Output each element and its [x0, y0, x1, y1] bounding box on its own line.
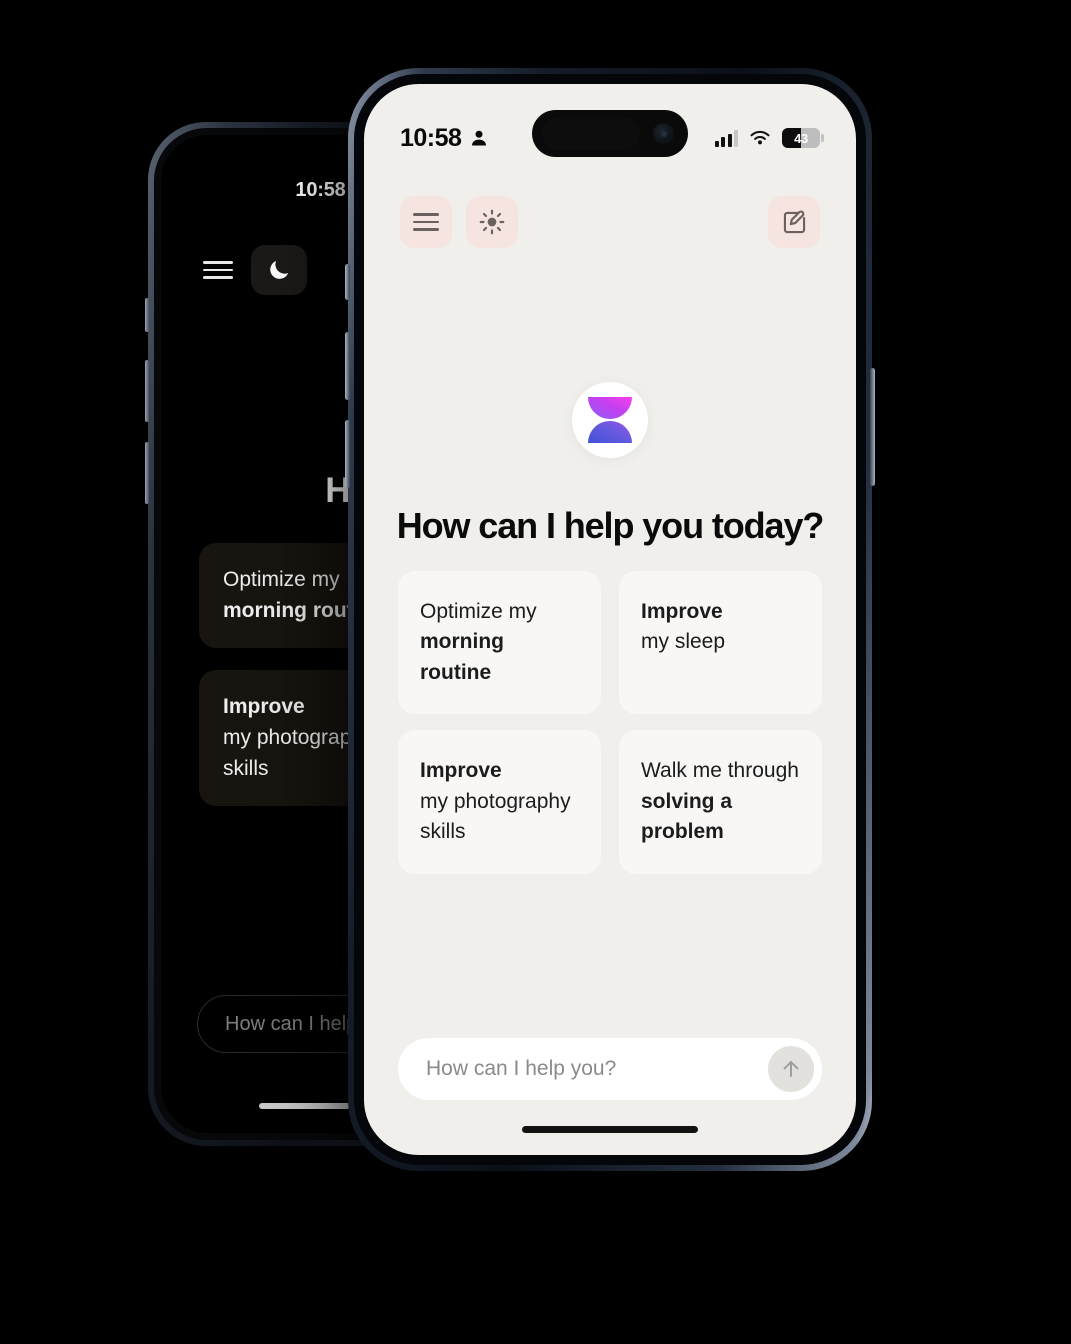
battery-percent: 43	[794, 130, 808, 146]
home-indicator	[522, 1126, 698, 1133]
battery-icon: 43	[782, 128, 820, 148]
volume-down-button[interactable]	[345, 420, 350, 488]
status-time-group: 10:58	[400, 124, 489, 153]
screen-light: 10:58 43 How can I help you today? Optim…	[364, 84, 856, 1155]
status-time-dark: 10:58	[295, 179, 346, 201]
volume-up-button[interactable]	[145, 360, 149, 422]
card-line-3: skills	[420, 820, 466, 844]
status-time: 10:58	[400, 123, 462, 152]
mute-switch[interactable]	[345, 264, 350, 300]
card-line-1: Walk me through	[641, 759, 799, 783]
page-title: How can I help you today?	[396, 505, 825, 546]
app-logo	[572, 382, 648, 458]
suggestion-card-optimize-morning-routine[interactable]: Optimize my morning routine	[398, 571, 601, 715]
menu-button[interactable]	[400, 196, 452, 248]
sun-icon	[479, 209, 505, 235]
suggestion-card-improve-photography[interactable]: Improve my photography skills	[398, 730, 601, 874]
theme-toggle-dark-button[interactable]	[251, 245, 307, 295]
card-line-2: solving a problem	[641, 789, 733, 844]
suggestion-grid: Optimize my morning routine Improve my s…	[398, 571, 822, 874]
moon-icon	[270, 260, 289, 279]
header-left-group	[400, 196, 518, 248]
compose-edit-icon	[783, 210, 805, 233]
card-line-1: Optimize my	[420, 600, 537, 623]
header-dark	[203, 245, 307, 295]
status-indicators: 43	[714, 128, 820, 148]
cellular-signal-icon	[714, 129, 738, 147]
phone-device-light: 10:58 43 How can I help you today? Optim…	[345, 68, 875, 1171]
wifi-icon	[750, 130, 770, 145]
person-icon	[472, 130, 487, 146]
scene: 10:58 How can Optimize my mornin	[0, 0, 1071, 1344]
compose-button[interactable]	[768, 196, 820, 248]
message-input-placeholder: How can I help you?	[426, 1057, 617, 1080]
mute-switch[interactable]	[145, 298, 149, 332]
card-line-1: Improve	[641, 600, 723, 623]
power-button[interactable]	[870, 368, 875, 486]
card-line-2: my sleep	[641, 630, 726, 654]
suggestion-card-improve-sleep[interactable]: Improve my sleep	[619, 571, 822, 715]
hamburger-menu-icon[interactable]	[203, 261, 233, 279]
app-header	[400, 196, 820, 248]
volume-down-button[interactable]	[145, 442, 149, 504]
hamburger-menu-icon	[413, 213, 439, 231]
message-composer[interactable]: How can I help you?	[398, 1038, 822, 1100]
volume-up-button[interactable]	[345, 332, 350, 400]
card-line-2: morning routine	[420, 630, 504, 684]
card-line-1: Improve	[420, 759, 502, 783]
theme-toggle-light-button[interactable]	[466, 196, 518, 248]
send-button[interactable]	[768, 1046, 814, 1092]
arrow-up-icon	[783, 1061, 799, 1077]
suggestion-card-solving-a-problem[interactable]: Walk me through solving a problem	[619, 730, 822, 874]
hourglass-logo-icon	[588, 397, 632, 443]
status-bar-light: 10:58 43	[364, 122, 856, 154]
card-line-2: my photography	[420, 789, 571, 813]
